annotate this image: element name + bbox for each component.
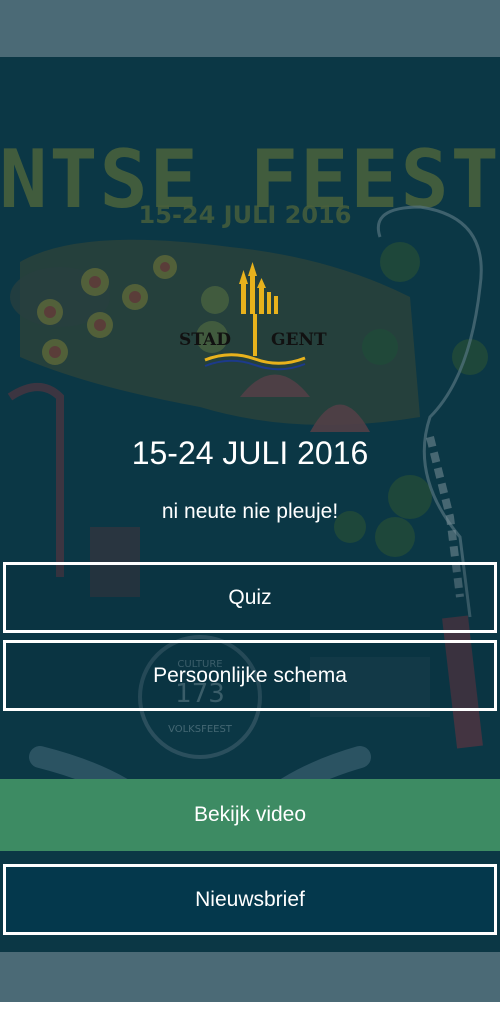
splash-stage: GENTSE FEESTEN 15-24 JULI 2016: [0, 57, 500, 952]
logo-text-stad: STAD: [179, 330, 231, 350]
festival-slogan: ni neute nie pleuje!: [161, 500, 339, 523]
top-bar: [0, 0, 500, 57]
logo-text-gent: GENT: [271, 330, 327, 350]
newsletter-button-label: Nieuwsbrief: [195, 887, 305, 911]
quiz-button-label: Quiz: [228, 585, 272, 609]
festival-dates: 15-24 JULI 2016: [131, 435, 369, 471]
personal-schedule-button[interactable]: Persoonlijke schema: [3, 640, 497, 711]
newsletter-button[interactable]: Nieuwsbrief: [3, 864, 497, 935]
stad-gent-logo: STAD GENT: [179, 262, 327, 371]
quiz-button[interactable]: Quiz: [3, 562, 497, 633]
bottom-strip: [0, 1002, 500, 1024]
watch-video-button-label: Bekijk video: [193, 803, 307, 826]
watch-video-button[interactable]: Bekijk video: [0, 779, 500, 851]
personal-schedule-button-label: Persoonlijke schema: [153, 663, 347, 687]
bottom-bar: [0, 952, 500, 1002]
